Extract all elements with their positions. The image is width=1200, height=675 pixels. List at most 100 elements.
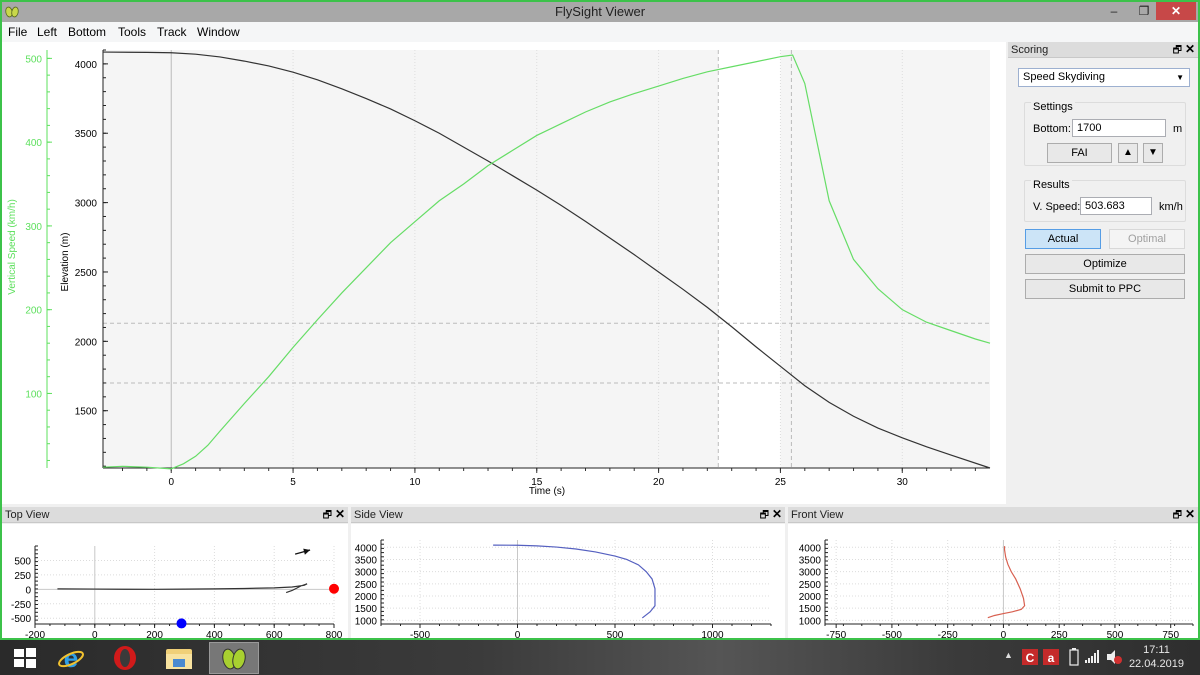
y-tick-label: 250 [14,571,31,582]
front-view-chart[interactable]: -750 -500 -250 0 250 500 750 40003500 3000250020… [788,524,1198,638]
chevron-down-icon: ▼ [1176,73,1184,82]
windows-logo-icon [14,648,36,668]
y-tick-label: 1500 [799,604,822,615]
submit-ppc-button[interactable]: Submit to PPC [1025,279,1185,299]
top-view-chart[interactable]: -200 0 200 400 600 800 500 250 0 -250 -500 [2,524,348,638]
elevation-tick-label: 3500 [75,129,98,140]
x-tick-label: 25 [775,477,787,488]
x-tick-label: -250 [938,630,958,638]
maximize-button[interactable]: ❐ [1130,2,1158,20]
volume-muted-icon[interactable] [1106,649,1122,665]
bottom-input[interactable]: 1700 [1072,119,1166,137]
side-view-header: Side View 🗗 ✕ [351,507,785,523]
menu-window[interactable]: Window [197,25,240,39]
speed-tick-label: 200 [25,306,42,317]
menu-bar: File Left Bottom Tools Track Window [2,22,1198,42]
float-icon[interactable]: 🗗 [760,508,769,525]
y-tick-label: 4000 [355,543,378,554]
menu-file[interactable]: File [8,25,27,39]
battery-icon[interactable] [1069,648,1079,666]
y-tick-label: -250 [11,600,31,611]
side-view-panel: Side View 🗗 ✕ -500 0 500 1000 4000 3500 3000 25… [351,507,785,638]
vspeed-value[interactable]: 503.683 [1080,197,1152,215]
antivirus-icon[interactable]: a [1043,649,1059,665]
close-button[interactable]: ✕ [1156,2,1196,20]
internet-explorer-icon: e [58,644,84,672]
up-button[interactable]: ▲ [1118,143,1138,163]
track-line [987,546,1026,619]
x-tick-label: 750 [1162,630,1179,638]
close-icon[interactable]: ✕ [772,507,782,521]
speed-tick-label: 300 [25,222,42,233]
close-icon[interactable]: ✕ [1185,507,1195,521]
menu-tools[interactable]: Tools [118,25,146,39]
taskbar-file-explorer[interactable] [154,642,204,674]
close-icon[interactable]: ✕ [335,507,345,521]
taskbar-opera[interactable] [100,642,150,674]
x-tick-label: 5 [290,477,296,488]
x-tick-label: 10 [409,477,421,488]
close-icon[interactable]: ✕ [1185,42,1195,56]
network-signal-icon[interactable] [1085,650,1099,664]
x-tick-label: 800 [326,630,343,638]
taskbar: e ▲ C a 17:11 22.04.2019 [0,640,1200,675]
folder-icon [166,649,192,669]
optimal-button[interactable]: Optimal [1109,229,1185,249]
x-tick-label: 30 [897,477,909,488]
optimize-button[interactable]: Optimize [1025,254,1185,274]
x-tick-label: 1000 [701,630,724,638]
start-button[interactable] [0,642,50,674]
clock-time: 17:11 [1143,644,1170,656]
tray-app-icon[interactable]: C [1022,649,1038,665]
menu-left[interactable]: Left [37,25,57,39]
menu-bottom[interactable]: Bottom [68,25,106,39]
y-tick-label: 3500 [799,555,822,566]
y-tick-label: 2000 [355,592,378,603]
side-view-chart[interactable]: -500 0 500 10004000350030002500200015001000 [351,524,785,638]
fai-button[interactable]: FAI [1047,143,1112,163]
minimize-button[interactable]: – [1100,2,1128,20]
taskbar-flysight-viewer[interactable] [209,642,259,674]
scoring-mode-value: Speed Skydiving [1023,71,1105,83]
float-icon[interactable]: 🗗 [1173,43,1182,60]
window-title: FlySight Viewer [554,4,646,19]
elevation-tick-label: 2500 [75,268,98,279]
svg-text:e: e [64,644,78,672]
svg-text:a: a [1048,651,1055,665]
front-view-panel: Front View 🗗 ✕ -750 -500 -250 0 250 500 750 400… [788,507,1198,638]
y-tick-label: 3000 [799,568,822,579]
title-bar[interactable]: FlySight Viewer – ❐ ✕ [2,2,1198,22]
float-icon[interactable]: 🗗 [323,508,332,525]
app-window: FlySight Viewer – ❐ ✕ File Left Bottom T… [0,0,1200,640]
down-button[interactable]: ▼ [1143,143,1163,163]
scoring-mode-select[interactable]: Speed Skydiving ▼ [1018,68,1190,87]
x-tick-label: -750 [826,630,846,638]
taskbar-internet-explorer[interactable]: e [46,642,96,674]
y-tick-label: 1000 [799,616,822,627]
main-chart[interactable]: 0 5 10 15 20 25 304000350030002500200015005004… [2,42,1006,504]
main-plot-area[interactable]: 0 5 10 15 20 25 30 4000 3500 3000 2500 2000 1500 500 4… [2,42,1006,504]
side-view-title: Side View [354,509,403,521]
actual-button[interactable]: Actual [1025,229,1101,249]
x-tick-label: 0 [92,630,98,638]
float-icon[interactable]: 🗗 [1173,508,1182,525]
menu-track[interactable]: Track [157,25,187,39]
x-tick-label: 20 [653,477,665,488]
time-axis-label: Time (s) [529,486,565,497]
front-view-title: Front View [791,509,844,521]
results-group: Results V. Speed: 503.683 km/h [1024,179,1186,222]
elevation-tick-label: 3000 [75,199,98,210]
speed-axis-label: Vertical Speed (km/h) [7,199,18,295]
top-view-panel: Top View 🗗 ✕ -200 0 200 400 600 800 500 250 0 -25… [2,507,348,638]
vspeed-unit: km/h [1159,201,1183,213]
ground-marker [176,618,187,629]
system-clock[interactable]: 17:11 22.04.2019 [1129,643,1184,671]
y-tick-label: 4000 [799,543,822,554]
front-view-header: Front View 🗗 ✕ [788,507,1198,523]
speed-tick-label: 500 [25,54,42,65]
x-tick-label: 0 [168,477,174,488]
y-tick-label: 2500 [355,580,378,591]
settings-title: Settings [1031,101,1075,113]
scoring-window-band [718,50,781,468]
show-hidden-icons[interactable]: ▲ [1004,650,1013,660]
